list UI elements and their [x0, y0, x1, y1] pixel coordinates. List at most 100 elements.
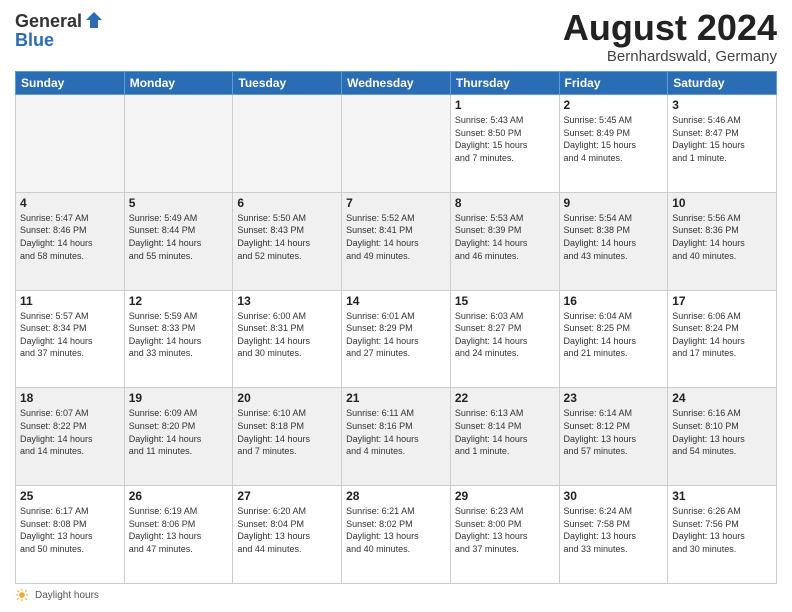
calendar-cell: 31Sunrise: 6:26 AM Sunset: 7:56 PM Dayli… [668, 486, 777, 584]
day-info: Sunrise: 6:01 AM Sunset: 8:29 PM Dayligh… [346, 310, 446, 360]
calendar-cell: 21 Sunrise: 6:11 AM Sunset: 8:16 PM Dayli… [342, 388, 451, 486]
day-number: 10 [672, 196, 772, 210]
day-info: Sunrise: 5:50 AM Sunset: 8:43 PM Dayligh… [237, 212, 337, 262]
day-number: 17 [672, 294, 772, 308]
calendar-cell: 16Sunrise: 6:04 AM Sunset: 8:25 PM Dayli… [559, 290, 668, 388]
day-number: 2 [564, 98, 664, 112]
day-number: 18 [20, 391, 120, 405]
calendar-cell: 5 Sunrise: 5:49 AM Sunset: 8:44 PM Daylig… [124, 192, 233, 290]
sun-icon [15, 588, 29, 602]
calendar-cell [342, 95, 451, 193]
day-info: Sunrise: 6:19 AM Sunset: 8:06 PM Dayligh… [129, 505, 229, 555]
calendar-cell: 11 Sunrise: 5:57 AM Sunset: 8:34 PM Dayli… [16, 290, 125, 388]
header: General Blue August 2024 Bernhardswald, … [15, 10, 777, 65]
day-info: Sunrise: 5:59 AM Sunset: 8:33 PM Dayligh… [129, 310, 229, 360]
day-info: Sunrise: 5:56 AM Sunset: 8:36 PM Dayligh… [672, 212, 772, 262]
day-number: 19 [129, 391, 229, 405]
calendar-week-1: 1 Sunrise: 5:43 AM Sunset: 8:50 PM Daylig… [16, 95, 777, 193]
calendar-header-row: SundayMondayTuesdayWednesdayThursdayFrid… [16, 72, 777, 95]
day-info: Sunrise: 6:24 AM Sunset: 7:58 PM Dayligh… [564, 505, 664, 555]
day-number: 4 [20, 196, 120, 210]
day-number: 3 [672, 98, 772, 112]
calendar-cell: 1 Sunrise: 5:43 AM Sunset: 8:50 PM Daylig… [450, 95, 559, 193]
col-header-monday: Monday [124, 72, 233, 95]
page: General Blue August 2024 Bernhardswald, … [0, 0, 792, 612]
day-number: 5 [129, 196, 229, 210]
day-info: Sunrise: 5:43 AM Sunset: 8:50 PM Dayligh… [455, 114, 555, 164]
calendar-cell: 9 Sunrise: 5:54 AM Sunset: 8:38 PM Daylig… [559, 192, 668, 290]
calendar-cell: 20Sunrise: 6:10 AM Sunset: 8:18 PM Dayli… [233, 388, 342, 486]
calendar-cell [16, 95, 125, 193]
day-number: 29 [455, 489, 555, 503]
day-number: 16 [564, 294, 664, 308]
calendar-week-2: 4 Sunrise: 5:47 AM Sunset: 8:46 PM Daylig… [16, 192, 777, 290]
day-number: 9 [564, 196, 664, 210]
calendar-cell: 6 Sunrise: 5:50 AM Sunset: 8:43 PM Daylig… [233, 192, 342, 290]
calendar-cell [124, 95, 233, 193]
logo: General Blue [15, 10, 104, 51]
calendar-cell: 25Sunrise: 6:17 AM Sunset: 8:08 PM Dayli… [16, 486, 125, 584]
day-info: Sunrise: 6:17 AM Sunset: 8:08 PM Dayligh… [20, 505, 120, 555]
calendar-cell: 27Sunrise: 6:20 AM Sunset: 8:04 PM Dayli… [233, 486, 342, 584]
col-header-sunday: Sunday [16, 72, 125, 95]
calendar-cell: 8Sunrise: 5:53 AM Sunset: 8:39 PM Daylig… [450, 192, 559, 290]
month-year: August 2024 [563, 10, 777, 46]
day-info: Sunrise: 6:13 AM Sunset: 8:14 PM Dayligh… [455, 407, 555, 457]
day-number: 6 [237, 196, 337, 210]
day-number: 15 [455, 294, 555, 308]
day-info: Sunrise: 6:03 AM Sunset: 8:27 PM Dayligh… [455, 310, 555, 360]
day-number: 27 [237, 489, 337, 503]
calendar-cell: 4 Sunrise: 5:47 AM Sunset: 8:46 PM Daylig… [16, 192, 125, 290]
day-number: 26 [129, 489, 229, 503]
footer: Daylight hours [15, 588, 777, 602]
location: Bernhardswald, Germany [563, 48, 777, 65]
calendar-cell: 10 Sunrise: 5:56 AM Sunset: 8:36 PM Dayli… [668, 192, 777, 290]
day-info: Sunrise: 6:07 AM Sunset: 8:22 PM Dayligh… [20, 407, 120, 457]
col-header-thursday: Thursday [450, 72, 559, 95]
day-number: 11 [20, 294, 120, 308]
day-number: 24 [672, 391, 772, 405]
calendar-cell: 24 Sunrise: 6:16 AM Sunset: 8:10 PM Dayli… [668, 388, 777, 486]
calendar-cell: 12Sunrise: 5:59 AM Sunset: 8:33 PM Dayli… [124, 290, 233, 388]
col-header-friday: Friday [559, 72, 668, 95]
calendar-cell: 15 Sunrise: 6:03 AM Sunset: 8:27 PM Dayli… [450, 290, 559, 388]
calendar-table: SundayMondayTuesdayWednesdayThursdayFrid… [15, 71, 777, 584]
day-info: Sunrise: 5:54 AM Sunset: 8:38 PM Dayligh… [564, 212, 664, 262]
day-info: Sunrise: 6:16 AM Sunset: 8:10 PM Dayligh… [672, 407, 772, 457]
day-info: Sunrise: 6:11 AM Sunset: 8:16 PM Dayligh… [346, 407, 446, 457]
day-number: 21 [346, 391, 446, 405]
calendar-week-3: 11 Sunrise: 5:57 AM Sunset: 8:34 PM Dayli… [16, 290, 777, 388]
calendar-cell [233, 95, 342, 193]
day-info: Sunrise: 6:09 AM Sunset: 8:20 PM Dayligh… [129, 407, 229, 457]
calendar-cell: 13 Sunrise: 6:00 AM Sunset: 8:31 PM Dayli… [233, 290, 342, 388]
day-info: Sunrise: 6:21 AM Sunset: 8:02 PM Dayligh… [346, 505, 446, 555]
col-header-tuesday: Tuesday [233, 72, 342, 95]
logo-icon [84, 10, 104, 30]
calendar-cell: 14Sunrise: 6:01 AM Sunset: 8:29 PM Dayli… [342, 290, 451, 388]
day-number: 13 [237, 294, 337, 308]
calendar-cell: 2Sunrise: 5:45 AM Sunset: 8:49 PM Daylig… [559, 95, 668, 193]
day-number: 7 [346, 196, 446, 210]
day-info: Sunrise: 5:47 AM Sunset: 8:46 PM Dayligh… [20, 212, 120, 262]
col-header-wednesday: Wednesday [342, 72, 451, 95]
day-info: Sunrise: 5:49 AM Sunset: 8:44 PM Dayligh… [129, 212, 229, 262]
day-info: Sunrise: 6:06 AM Sunset: 8:24 PM Dayligh… [672, 310, 772, 360]
day-number: 23 [564, 391, 664, 405]
day-number: 22 [455, 391, 555, 405]
day-info: Sunrise: 6:14 AM Sunset: 8:12 PM Dayligh… [564, 407, 664, 457]
calendar-cell: 23 Sunrise: 6:14 AM Sunset: 8:12 PM Dayli… [559, 388, 668, 486]
day-info: Sunrise: 6:26 AM Sunset: 7:56 PM Dayligh… [672, 505, 772, 555]
day-info: Sunrise: 5:57 AM Sunset: 8:34 PM Dayligh… [20, 310, 120, 360]
day-number: 30 [564, 489, 664, 503]
calendar-week-5: 25Sunrise: 6:17 AM Sunset: 8:08 PM Dayli… [16, 486, 777, 584]
day-info: Sunrise: 6:00 AM Sunset: 8:31 PM Dayligh… [237, 310, 337, 360]
calendar-cell: 28Sunrise: 6:21 AM Sunset: 8:02 PM Dayli… [342, 486, 451, 584]
logo-blue-text: Blue [15, 30, 54, 51]
day-info: Sunrise: 5:53 AM Sunset: 8:39 PM Dayligh… [455, 212, 555, 262]
day-number: 20 [237, 391, 337, 405]
day-number: 1 [455, 98, 555, 112]
calendar-cell: 26 Sunrise: 6:19 AM Sunset: 8:06 PM Dayli… [124, 486, 233, 584]
calendar-week-4: 18 Sunrise: 6:07 AM Sunset: 8:22 PM Dayli… [16, 388, 777, 486]
calendar-cell: 17 Sunrise: 6:06 AM Sunset: 8:24 PM Dayli… [668, 290, 777, 388]
calendar-cell: 18 Sunrise: 6:07 AM Sunset: 8:22 PM Dayli… [16, 388, 125, 486]
